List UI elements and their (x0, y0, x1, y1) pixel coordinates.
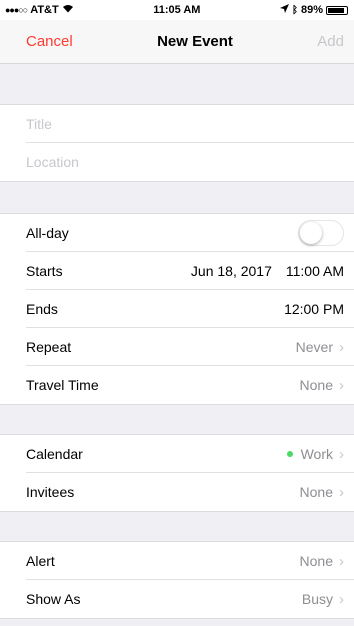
chevron-right-icon: › (339, 376, 344, 394)
battery-fill (328, 7, 345, 13)
ends-time: 12:00 PM (284, 301, 344, 317)
cancel-button[interactable]: Cancel (26, 33, 73, 50)
show-as-label: Show As (26, 591, 81, 607)
travel-time-value-wrap: None › (300, 377, 344, 394)
invitees-row[interactable]: Invitees None › (0, 473, 354, 511)
invitees-value: None (299, 484, 333, 500)
allday-toggle[interactable] (298, 220, 344, 246)
repeat-row[interactable]: Repeat Never › (0, 328, 354, 366)
ends-label: Ends (26, 301, 58, 317)
time-group: All-day Starts Jun 18, 2017 11:00 AM End… (0, 214, 354, 405)
repeat-label: Repeat (26, 339, 72, 355)
toggle-knob (300, 221, 322, 244)
starts-date: Jun 18, 2017 (190, 263, 272, 279)
allday-label: All-day (26, 225, 69, 241)
bluetooth-icon: ᛒ (291, 4, 298, 16)
status-bar: ●●●○○ AT&T 11:05 AM ᛒ 89% (0, 0, 354, 20)
show-as-row[interactable]: Show As Busy › (0, 580, 354, 618)
calendar-row[interactable]: Calendar Work › (0, 435, 354, 473)
new-event-screen: ●●●○○ AT&T 11:05 AM ᛒ 89% Cancel New Eve… (0, 0, 354, 626)
add-button[interactable]: Add (317, 33, 344, 50)
travel-time-value: None (299, 377, 333, 393)
alert-group: Alert None › Show As Busy › (0, 542, 354, 619)
status-right: ᛒ 89% (279, 4, 348, 16)
section-gap (0, 512, 354, 542)
wifi-icon (62, 4, 74, 16)
invitees-value-wrap: None › (300, 484, 344, 501)
chevron-right-icon: › (339, 445, 344, 463)
calendar-group: Calendar Work › Invitees None › (0, 435, 354, 512)
repeat-value-wrap: Never › (296, 339, 344, 356)
invitees-label: Invitees (26, 484, 75, 500)
starts-label: Starts (26, 263, 63, 279)
nav-bar: Cancel New Event Add (0, 20, 354, 64)
alert-label: Alert (26, 553, 55, 569)
repeat-value: Never (295, 339, 333, 355)
location-field[interactable]: Location (0, 143, 354, 181)
allday-row: All-day (0, 214, 354, 252)
starts-time: 11:00 AM (285, 263, 344, 279)
carrier-label: AT&T (30, 4, 59, 16)
calendar-value-wrap: Work › (286, 445, 344, 463)
travel-time-row[interactable]: Travel Time None › (0, 366, 354, 404)
alert-row[interactable]: Alert None › (0, 542, 354, 580)
battery-icon (326, 5, 348, 15)
location-placeholder: Location (26, 154, 79, 170)
section-gap (0, 64, 354, 105)
chevron-right-icon: › (339, 590, 344, 608)
clock: 11:05 AM (153, 4, 201, 16)
chevron-right-icon: › (339, 338, 344, 356)
travel-time-label: Travel Time (26, 377, 99, 393)
status-left: ●●●○○ AT&T (5, 4, 74, 16)
starts-row[interactable]: Starts Jun 18, 2017 11:00 AM (0, 252, 354, 290)
chevron-right-icon: › (339, 483, 344, 501)
title-placeholder: Title (26, 116, 52, 132)
calendar-label: Calendar (26, 446, 83, 462)
ends-row[interactable]: Ends 12:00 PM (0, 290, 354, 328)
signal-icon: ●●●○○ (5, 5, 28, 15)
location-arrow-icon (279, 4, 289, 16)
calendar-value: Work (300, 446, 333, 462)
alert-value-wrap: None › (300, 553, 344, 570)
chevron-right-icon: › (339, 552, 344, 570)
section-gap (0, 405, 354, 435)
title-field[interactable]: Title (0, 105, 354, 143)
alert-value: None (299, 553, 333, 569)
calendar-color-dot (286, 451, 293, 457)
title-location-group: Title Location (0, 105, 354, 182)
page-title: New Event (157, 33, 233, 50)
show-as-value: Busy (301, 591, 333, 607)
show-as-value-wrap: Busy › (302, 591, 344, 608)
battery-percent: 89% (300, 4, 323, 16)
section-gap (0, 182, 354, 214)
